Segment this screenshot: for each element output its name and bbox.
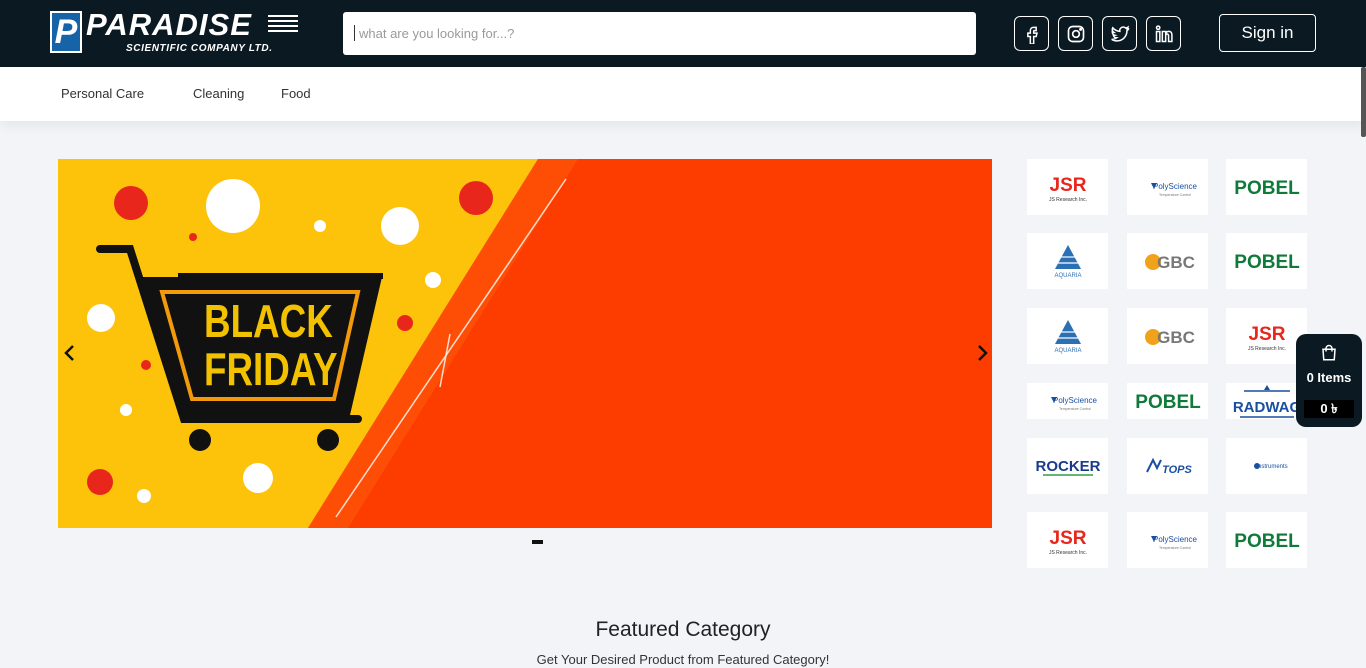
- jsr-logo: JSRJS Research Inc.: [1048, 175, 1086, 203]
- brand-name: POBEL: [1135, 392, 1201, 413]
- pobel-logo: POBEL: [1234, 178, 1300, 199]
- black-friday-artwork: [58, 159, 992, 528]
- featured-subtitle: Get Your Desired Product from Featured C…: [536, 652, 830, 667]
- facebook-link[interactable]: [1014, 16, 1049, 51]
- twitter-link[interactable]: [1102, 16, 1137, 51]
- pobel-logo: POBEL: [1234, 252, 1300, 273]
- linkedin-icon: [1155, 24, 1173, 42]
- linkedin-link[interactable]: [1146, 16, 1181, 51]
- svg-text:JS Research Inc.: JS Research Inc.: [1048, 550, 1086, 556]
- jsr-logo: JSRJS Research Inc.: [1048, 528, 1086, 556]
- page-scrollbar[interactable]: [1361, 67, 1366, 137]
- svg-text:JS Research Inc.: JS Research Inc.: [1048, 197, 1086, 203]
- brand-logo[interactable]: P PARADISE SCIENTIFIC COMPANY LTD.: [50, 7, 300, 57]
- aquaria-logo: AQUARIA: [1054, 245, 1081, 279]
- brand-card[interactable]: AQUARIA: [1027, 308, 1108, 364]
- floating-cart[interactable]: 0 Items 0 ৳: [1296, 334, 1362, 427]
- brand-name: GBC: [1157, 253, 1195, 272]
- jsr-logo: JSRJS Research Inc.: [1247, 324, 1285, 352]
- svg-text:Temperature Control: Temperature Control: [1159, 546, 1191, 550]
- brand-name: PolyScience: [1152, 535, 1197, 544]
- brand-name: POBEL: [1234, 252, 1300, 273]
- brand-name: ROCKER: [1035, 458, 1100, 475]
- svg-text:JS Research Inc.: JS Research Inc.: [1247, 346, 1285, 352]
- brand-card[interactable]: POBEL: [1226, 512, 1307, 568]
- facebook-icon: [1026, 26, 1038, 44]
- brand-card[interactable]: POBEL: [1127, 383, 1208, 419]
- brand-name: TOPS: [1162, 464, 1192, 476]
- carousel-next-arrow-icon[interactable]: [972, 342, 992, 364]
- brand-card[interactable]: AQUARIA: [1027, 233, 1108, 289]
- brand-card[interactable]: JSR JS Research Inc.: [1027, 159, 1108, 215]
- aquaria-logo: AQUARIA: [1054, 320, 1081, 354]
- svg-text:Temperature Control: Temperature Control: [1059, 407, 1091, 411]
- cart-item-count: 0 Items: [1306, 370, 1352, 385]
- rocker-logo: ROCKER: [1035, 458, 1100, 476]
- twitter-icon: [1110, 25, 1129, 42]
- logo-mark: P: [50, 11, 82, 53]
- brand-subtitle: SCIENTIFIC COMPANY LTD.: [126, 43, 273, 54]
- brand-card[interactable]: PolyScience Temperature Control: [1027, 383, 1108, 419]
- polyscience-logo: PolyScience Temperature Control: [1150, 182, 1197, 197]
- polyscience-logo: PolyScience Temperature Control: [1150, 535, 1197, 550]
- brand-name: AQUARIA: [1054, 348, 1081, 354]
- pobel-logo: POBEL: [1135, 392, 1201, 413]
- brand-card[interactable]: RADWAG: [1226, 383, 1307, 419]
- brand-name: POBEL: [1234, 178, 1300, 199]
- instruments-logo: Instruments: [1253, 463, 1287, 470]
- nav-item-cleaning[interactable]: Cleaning: [193, 86, 244, 101]
- logo-lines: [268, 15, 298, 35]
- pobel-logo: POBEL: [1234, 531, 1300, 552]
- brand-card[interactable]: PolyScience Temperature Control: [1127, 159, 1208, 215]
- gbc-logo: GBC: [1144, 328, 1195, 347]
- brand-card[interactable]: JSR JS Research Inc.: [1027, 512, 1108, 568]
- brand-name: PARADISE: [86, 7, 252, 42]
- hero-banner[interactable]: BLACK FRIDAY: [58, 159, 992, 528]
- brand-name: JSR: [1049, 175, 1086, 196]
- category-nav: Personal Care Cleaning Food: [0, 67, 1366, 121]
- tops-logo: TOPS: [1145, 457, 1192, 476]
- radwag-logo: RADWAG: [1232, 385, 1301, 418]
- brand-card[interactable]: ROCKER: [1027, 438, 1108, 494]
- brand-name: AQUARIA: [1054, 273, 1081, 279]
- brand-card[interactable]: POBEL: [1226, 233, 1307, 289]
- carousel-prev-arrow-icon[interactable]: [60, 342, 80, 364]
- text-caret: [354, 25, 355, 41]
- shopping-bag-icon: [1322, 344, 1336, 361]
- brand-card[interactable]: PolyScience Temperature Control: [1127, 512, 1208, 568]
- brand-card[interactable]: POBEL: [1226, 159, 1307, 215]
- brand-card[interactable]: GBC: [1127, 308, 1208, 364]
- nav-item-personal-care[interactable]: Personal Care: [61, 86, 144, 101]
- brand-name: POBEL: [1234, 531, 1300, 552]
- sign-in-button[interactable]: Sign in: [1219, 14, 1316, 52]
- gbc-logo: GBC: [1144, 253, 1195, 272]
- svg-text:Temperature Control: Temperature Control: [1159, 193, 1191, 197]
- brand-card[interactable]: TOPS: [1127, 438, 1208, 494]
- brand-name: RADWAG: [1232, 399, 1300, 416]
- brand-name: JSR: [1049, 528, 1086, 549]
- top-header: P PARADISE SCIENTIFIC COMPANY LTD. Sign …: [0, 0, 1366, 67]
- polyscience-logo: PolyScience Temperature Control: [1050, 396, 1097, 411]
- carousel-indicator[interactable]: [532, 540, 543, 544]
- featured-title: Featured Category: [595, 618, 771, 641]
- nav-item-food[interactable]: Food: [281, 86, 311, 101]
- banner-line-2: FRIDAY: [204, 343, 338, 395]
- instagram-link[interactable]: [1058, 16, 1093, 51]
- brand-name: GBC: [1157, 328, 1195, 347]
- cart-total: 0 ৳: [1304, 400, 1354, 418]
- brand-name: PolyScience: [1052, 396, 1097, 405]
- brand-card[interactable]: Instruments: [1226, 438, 1307, 494]
- brand-card[interactable]: GBC: [1127, 233, 1208, 289]
- banner-line-1: BLACK: [204, 295, 333, 347]
- search-input[interactable]: [343, 12, 976, 55]
- banner-headline: BLACK FRIDAY: [204, 295, 338, 395]
- brand-name: PolyScience: [1152, 182, 1197, 191]
- brand-name: JSR: [1248, 324, 1285, 345]
- brand-name: Instruments: [1256, 464, 1287, 470]
- brand-card[interactable]: JSR JS Research Inc.: [1226, 308, 1307, 364]
- instagram-icon: [1067, 25, 1084, 42]
